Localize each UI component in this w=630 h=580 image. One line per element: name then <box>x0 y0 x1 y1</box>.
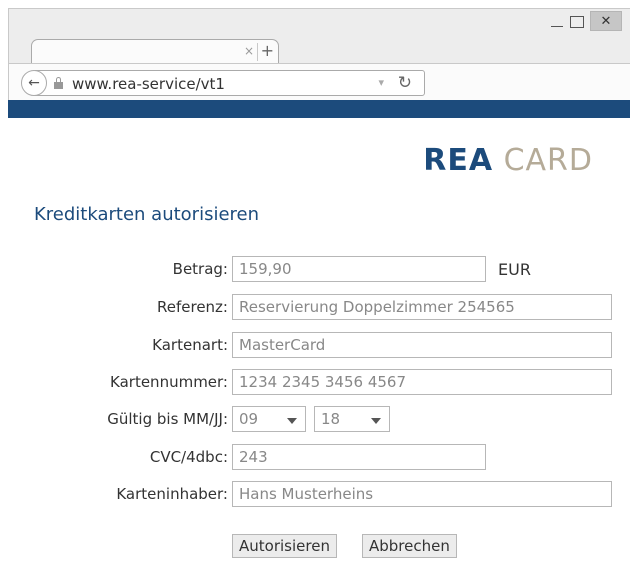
chevron-down-icon <box>287 418 297 424</box>
brand-logo-card: CARD <box>503 143 593 178</box>
holder-input[interactable]: Hans Musterheins <box>232 481 612 507</box>
card-type-label: Kartenart: <box>152 336 228 354</box>
expiry-year-select[interactable]: 18 <box>314 406 390 432</box>
authorize-button[interactable]: Autorisieren <box>232 534 337 558</box>
expiry-month-value: 09 <box>239 410 259 428</box>
browser-toolbar: ← www.rea-service/vt1 ▾ ↻ <box>9 63 630 101</box>
lock-icon <box>54 77 63 89</box>
reference-label: Referenz: <box>157 298 228 316</box>
chevron-down-icon <box>371 418 381 424</box>
minimize-icon[interactable] <box>550 12 564 30</box>
reference-input[interactable]: Reservierung Doppelzimmer 254565 <box>232 294 612 320</box>
browser-tab[interactable]: × + <box>31 39 279 63</box>
cvc-input[interactable]: 243 <box>232 444 486 470</box>
maximize-icon[interactable] <box>570 16 584 28</box>
holder-label: Karteninhaber: <box>116 485 228 503</box>
reference-row: Referenz: Reservierung Doppelzimmer 2545… <box>0 294 630 320</box>
header-bar <box>8 100 630 118</box>
expiry-row: Gültig bis MM/JJ: 09 18 <box>0 406 630 432</box>
back-arrow-icon[interactable]: ← <box>21 70 47 96</box>
expiry-label: Gültig bis MM/JJ: <box>107 410 228 428</box>
cvc-row: CVC/4dbc: 243 <box>0 444 630 470</box>
cvc-label: CVC/4dbc: <box>149 448 228 466</box>
actions-row: Autorisieren Abbrechen <box>0 534 630 560</box>
tab-close-icon[interactable]: × <box>244 44 254 58</box>
url-text[interactable]: www.rea-service/vt1 <box>72 75 225 93</box>
expiry-month-select[interactable]: 09 <box>232 406 306 432</box>
expiry-year-value: 18 <box>321 410 341 428</box>
currency-label: EUR <box>498 260 531 279</box>
brand-logo-rea: REA <box>423 143 494 178</box>
card-number-label: Kartennummer: <box>110 373 228 391</box>
new-tab-icon[interactable]: + <box>261 41 274 60</box>
card-type-input[interactable]: MasterCard <box>232 332 612 358</box>
card-type-row: Kartenart: MasterCard <box>0 332 630 358</box>
brand-logo: REA CARD <box>423 143 593 178</box>
url-dropdown-icon[interactable]: ▾ <box>378 76 384 89</box>
reload-icon[interactable]: ↻ <box>398 73 412 93</box>
holder-row: Karteninhaber: Hans Musterheins <box>0 481 630 507</box>
window-controls: ✕ <box>550 11 622 31</box>
tab-divider <box>257 43 258 61</box>
page-title: Kreditkarten autorisieren <box>34 204 260 225</box>
address-bar[interactable]: www.rea-service/vt1 ▾ ↻ <box>35 70 425 96</box>
amount-label: Betrag: <box>172 260 228 278</box>
cancel-button[interactable]: Abbrechen <box>362 534 457 558</box>
card-number-input[interactable]: 1234 2345 3456 4567 <box>232 369 612 395</box>
close-window-button[interactable]: ✕ <box>590 11 622 31</box>
card-number-row: Kartennummer: 1234 2345 3456 4567 <box>0 369 630 395</box>
amount-row: Betrag: 159,90 EUR <box>0 256 630 282</box>
amount-input[interactable]: 159,90 <box>232 256 486 282</box>
